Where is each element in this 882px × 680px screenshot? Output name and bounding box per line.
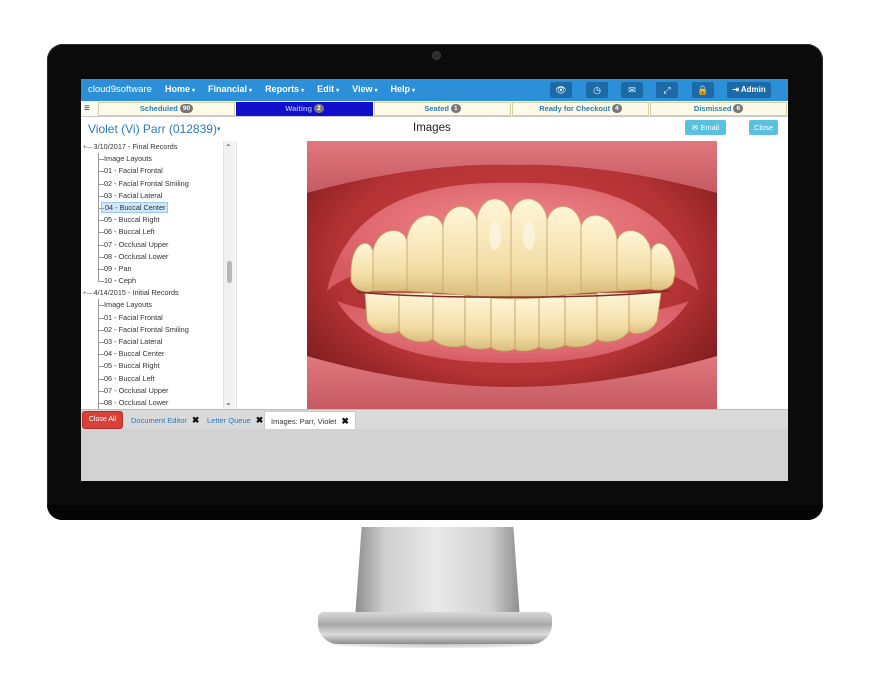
admin-button[interactable]: ⇥ Admin — [727, 82, 771, 98]
chevron-down-icon[interactable]: ⌄ — [225, 398, 232, 407]
page-title: Images — [413, 122, 451, 134]
webcam-icon — [433, 52, 440, 59]
count-badge: 1 — [450, 104, 461, 113]
status-tab-seated[interactable]: Seated 1 — [374, 102, 511, 116]
tree-item[interactable]: 02 - Facial Frontal Smiling — [81, 178, 229, 190]
chevron-up-icon[interactable]: ⌃ — [225, 143, 232, 152]
tab-images-parr-violet[interactable]: Images: Parr, Violet ✖ — [264, 411, 356, 430]
envelope-icon[interactable]: ✉ — [621, 82, 643, 98]
menu-reports[interactable]: Reports ▾ — [265, 84, 304, 94]
status-tab-scheduled[interactable]: Scheduled 90 — [98, 102, 235, 116]
image-tree-list: 3/10/2017 - Final Records Image Layouts … — [81, 141, 229, 409]
tree-item[interactable]: 07 - Occlusal Upper — [81, 239, 229, 251]
monitor-stand-base — [318, 612, 552, 644]
patient-selector[interactable]: Violet (Vi) Parr (012839)▾ — [88, 122, 220, 136]
email-button[interactable]: ✉ Email — [685, 120, 726, 135]
tree-item[interactable]: 08 - Occlusal Lower — [81, 251, 229, 263]
tree-item-selected[interactable]: 04 - Buccal Center — [81, 201, 229, 214]
tree-item[interactable]: 01 - Facial Frontal — [81, 312, 229, 324]
chevron-down-icon: ▾ — [192, 88, 196, 94]
lock-icon[interactable]: 🔒 — [692, 82, 714, 98]
close-icon[interactable]: ✖ — [256, 415, 264, 425]
tree-item[interactable]: 07 - Occlusal Upper — [81, 385, 229, 397]
clock-icon[interactable]: ◷ — [586, 82, 608, 98]
dental-photo-buccal-center[interactable] — [307, 141, 717, 409]
chevron-down-icon: ▾ — [216, 126, 221, 133]
sign-out-icon: ⇥ — [732, 85, 739, 94]
tree-item[interactable]: 04 - Buccal Center — [81, 348, 229, 360]
count-badge: 6 — [733, 104, 744, 113]
menu-view[interactable]: View ▾ — [352, 84, 377, 94]
application-screen: cloud9software Home ▾ Financial ▾ Reports ▾… — [81, 79, 788, 481]
menu-help[interactable]: Help ▾ — [390, 84, 415, 94]
document-tab-bar: Close All Document Editor ✖ Letter Queue ✖… — [81, 409, 788, 430]
tree-item[interactable]: 06 - Buccal Left — [81, 226, 229, 238]
tree-item[interactable]: 10 - Ceph — [81, 275, 229, 287]
close-icon[interactable]: ✖ — [341, 416, 349, 426]
tree-item[interactable]: 05 - Buccal Right — [81, 214, 229, 226]
empty-workspace — [81, 429, 788, 481]
status-tab-waiting[interactable]: Waiting 2 — [236, 102, 373, 116]
count-badge: 4 — [612, 104, 622, 113]
status-tab-ready-for-checkout[interactable]: Ready for Checkout 4 — [512, 102, 649, 116]
tree-item[interactable]: 03 - Facial Lateral — [81, 336, 229, 348]
patient-header: Violet (Vi) Parr (012839)▾ Images ✉ Emai… — [81, 117, 788, 141]
tab-document-editor[interactable]: Document Editor ✖ — [125, 411, 205, 430]
image-tree: 3/10/2017 - Final Records Image Layouts … — [81, 141, 236, 409]
image-viewer — [236, 141, 788, 409]
scroll-thumb[interactable] — [227, 261, 232, 283]
tree-group-initial-records[interactable]: 4/14/2015 - Initial Records — [81, 287, 229, 299]
tree-item[interactable]: 09 - Pan — [81, 263, 229, 275]
tree-item[interactable]: 05 - Buccal Right — [81, 360, 229, 372]
main-menu: Home ▾ Financial ▾ Reports ▾ Edit ▾ View ▾ He… — [165, 84, 415, 94]
tree-item[interactable]: Image Layouts — [81, 299, 229, 311]
menu-edit[interactable]: Edit ▾ — [317, 84, 339, 94]
status-tab-dismissed[interactable]: Dismissed 6 — [650, 102, 787, 116]
hamburger-menu-icon[interactable]: ≡ — [84, 103, 90, 114]
eye-icon[interactable]: 👁 — [550, 82, 572, 98]
chevron-down-icon: ▾ — [336, 88, 340, 94]
tab-letter-queue[interactable]: Letter Queue ✖ — [201, 411, 269, 430]
tree-scrollbar[interactable]: ⌃ ⌄ — [223, 141, 235, 409]
tree-item[interactable]: 02 - Facial Frontal Smiling — [81, 324, 229, 336]
tree-item[interactable]: 03 - Facial Lateral — [81, 190, 229, 202]
tree-group-final-records[interactable]: 3/10/2017 - Final Records — [81, 141, 229, 153]
close-button[interactable]: Close — [749, 120, 778, 135]
appointment-status-bar: ≡ Scheduled 90 Waiting 2 Seated 1 Ready for… — [81, 101, 788, 117]
brand-logo[interactable]: cloud9software — [88, 84, 152, 95]
expand-icon[interactable]: ⤢ — [656, 82, 678, 98]
close-icon[interactable]: ✖ — [192, 415, 200, 425]
chevron-down-icon: ▾ — [301, 88, 305, 94]
tree-item[interactable]: Image Layouts — [81, 153, 229, 165]
chevron-down-icon: ▾ — [249, 88, 253, 94]
tree-item[interactable]: 01 - Facial Frontal — [81, 165, 229, 177]
top-navbar: cloud9software Home ▾ Financial ▾ Reports ▾… — [81, 79, 788, 101]
menu-home[interactable]: Home ▾ — [165, 84, 195, 94]
tree-item[interactable]: 06 - Buccal Left — [81, 373, 229, 385]
close-all-button[interactable]: Close All — [82, 411, 123, 429]
menu-financial[interactable]: Financial ▾ — [208, 84, 252, 94]
chevron-down-icon: ▾ — [412, 88, 416, 94]
monitor-chin — [47, 505, 823, 520]
count-badge: 90 — [179, 104, 194, 113]
chevron-down-icon: ▾ — [374, 88, 378, 94]
tree-item[interactable]: 08 - Occlusal Lower — [81, 397, 229, 409]
monitor-stand-neck — [355, 527, 520, 619]
envelope-icon: ✉ — [691, 123, 699, 132]
count-badge: 2 — [314, 104, 324, 113]
